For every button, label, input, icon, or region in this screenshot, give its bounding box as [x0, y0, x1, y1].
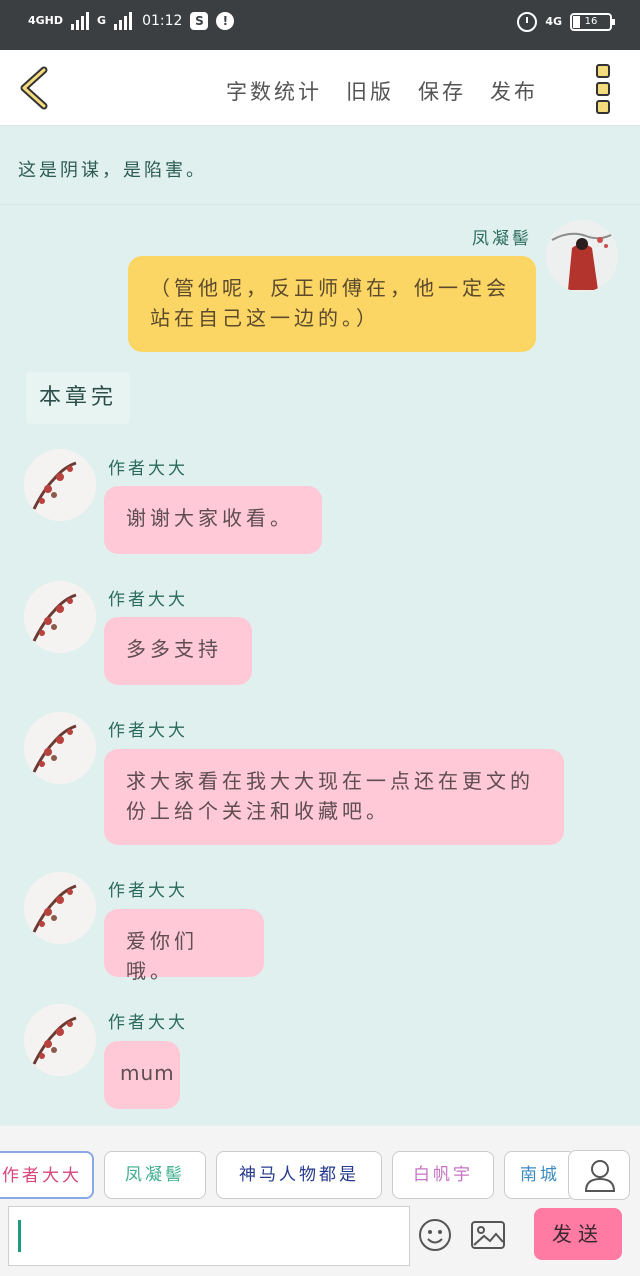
battery-icon: 16: [570, 13, 615, 31]
role-chip-label: 神马人物都是: [239, 1165, 359, 1185]
word-count-button[interactable]: 字数统计: [226, 76, 322, 106]
send-button[interactable]: 发送: [534, 1208, 622, 1260]
role-chip-shenma[interactable]: 神马人物都是: [216, 1151, 382, 1199]
old-version-button[interactable]: 旧版: [346, 76, 394, 106]
message-input[interactable]: [8, 1206, 410, 1266]
alarm-icon: [517, 12, 538, 32]
message-author: 作者大大: [108, 721, 188, 741]
role-chip-baifanyu[interactable]: 白帆宇: [392, 1151, 494, 1199]
image-icon[interactable]: [470, 1220, 506, 1250]
message-bubble: 求大家看在我大大现在一点还在更文的份上给个关注和收藏吧。: [104, 749, 564, 845]
role-selector-bar: 作者大大 凤凝髻 神马人物都是 白帆宇 南城: [0, 1126, 640, 1200]
chapter-end-label: 本章完: [26, 372, 130, 424]
message-author: 凤凝髻: [472, 229, 532, 249]
avatar[interactable]: [24, 872, 96, 944]
avatar[interactable]: [546, 220, 618, 292]
text-cursor: [18, 1220, 21, 1252]
status-right: 4G 16: [517, 12, 615, 32]
avatar[interactable]: [24, 1004, 96, 1076]
status-left: 4GHD G 01:12 S !: [28, 12, 235, 30]
message-bubble: 谢谢大家收看。: [104, 486, 322, 554]
narration-text: 这是阴谋，是陷害。: [18, 160, 207, 181]
editor-toolbar: 字数统计 旧版 保存 发布: [0, 50, 640, 126]
role-chip-nancheng[interactable]: 南城: [504, 1151, 576, 1199]
role-chip-label: 凤凝髻: [125, 1165, 185, 1185]
toolbar-actions: 字数统计 旧版 保存 发布: [226, 76, 538, 106]
composer: 发送: [0, 1200, 640, 1276]
role-chip-label: 作者大大: [2, 1166, 82, 1186]
network-label-2: G: [97, 14, 107, 27]
app-notification-icon: S: [190, 12, 209, 30]
message-author: 作者大大: [108, 459, 188, 479]
role-chip-label: 白帆宇: [413, 1165, 473, 1185]
add-role-button[interactable]: [568, 1150, 630, 1200]
avatar[interactable]: [24, 449, 96, 521]
publish-button[interactable]: 发布: [490, 76, 538, 106]
clock: 01:12: [142, 13, 183, 29]
message-author: 作者大大: [108, 1013, 188, 1033]
message-author: 作者大大: [108, 881, 188, 901]
avatar[interactable]: [24, 581, 96, 653]
message-author: 作者大大: [108, 590, 188, 610]
more-icon[interactable]: [596, 64, 612, 114]
role-chip-fengningji[interactable]: 凤凝髻: [104, 1151, 206, 1199]
emoji-icon[interactable]: [418, 1218, 452, 1252]
battery-level: 16: [584, 16, 598, 27]
save-button[interactable]: 保存: [418, 76, 466, 106]
network-label: 4GHD: [28, 14, 64, 27]
signal-icon: [114, 12, 133, 30]
signal-icon: [71, 12, 90, 30]
chevron-left-icon[interactable]: [16, 66, 56, 110]
divider: [0, 204, 640, 205]
message-bubble: 多多支持: [104, 617, 252, 685]
alert-icon: !: [216, 12, 235, 30]
status-bar: 4GHD G 01:12 S ! 4G 16: [0, 0, 640, 50]
user-icon: [584, 1160, 616, 1192]
role-chip-label: 南城: [520, 1165, 560, 1185]
network-label-right: 4G: [545, 15, 562, 28]
avatar[interactable]: [24, 712, 96, 784]
message-bubble: 爱你们哦。: [104, 909, 264, 983]
role-chip-author[interactable]: 作者大大: [0, 1151, 94, 1199]
message-bubble: （管他呢，反正师傅在，他一定会站在自己这一边的。）: [128, 256, 536, 352]
message-bubble: mum: [104, 1041, 180, 1109]
